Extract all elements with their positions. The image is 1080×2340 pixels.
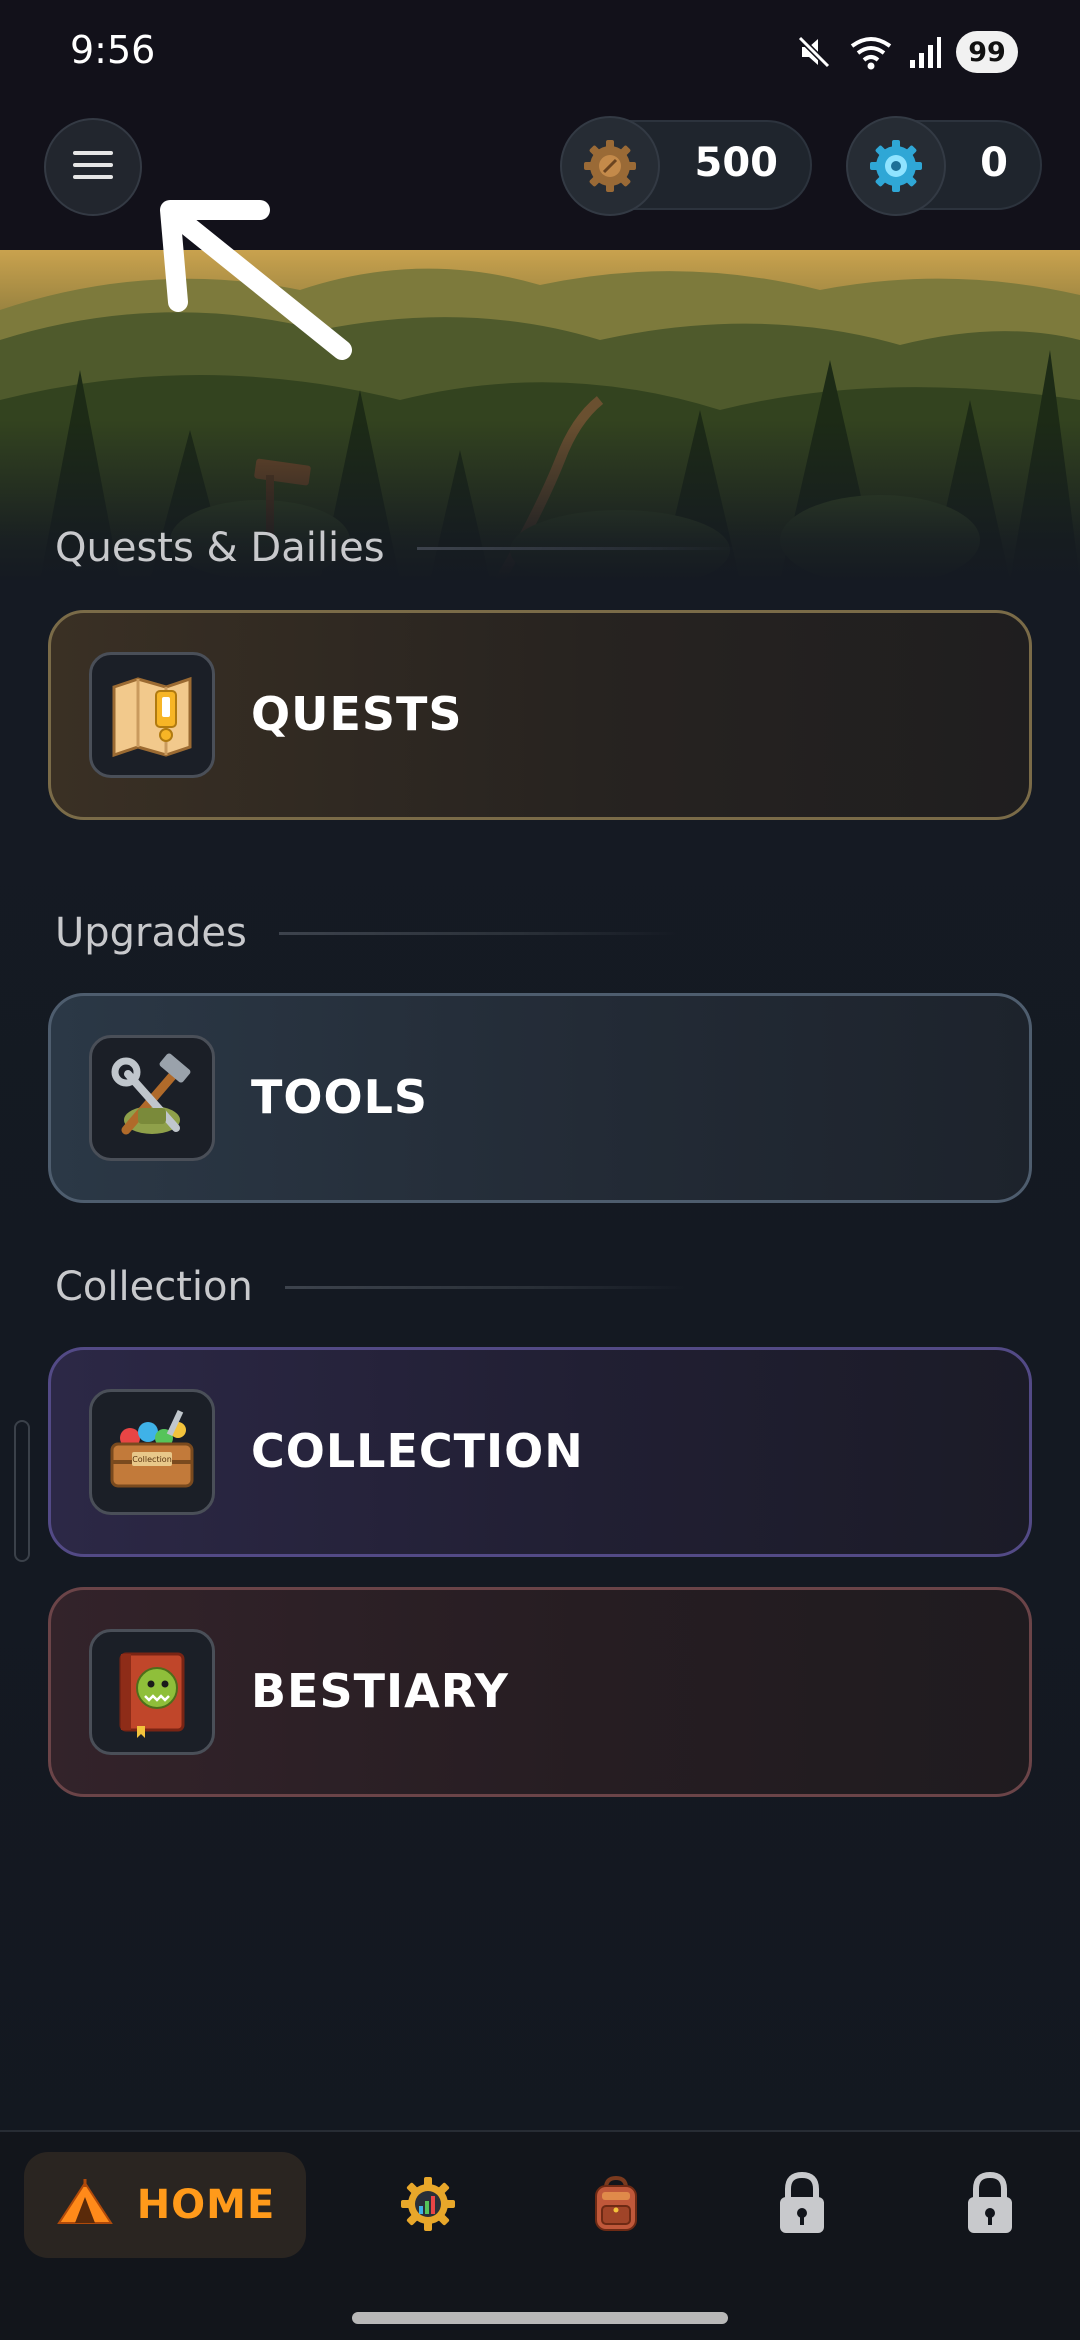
nav-home-label: HOME: [136, 2182, 276, 2228]
quest-map-icon: [89, 652, 215, 778]
wooden-gear-coin-icon: [560, 116, 660, 216]
collection-card-label: COLLECTION: [251, 1424, 584, 1478]
mute-icon: [794, 32, 834, 72]
scrollbar[interactable]: [14, 1420, 30, 1562]
backpack-icon: [586, 2174, 646, 2238]
section-title-upgrades: Upgrades: [55, 910, 247, 956]
bottom-navigation: HOME: [0, 2130, 1080, 2340]
quests-card[interactable]: QUESTS: [48, 610, 1032, 820]
tools-card-label: TOOLS: [251, 1070, 429, 1124]
tent-icon: [55, 2179, 115, 2231]
section-header-upgrades: Upgrades: [55, 903, 679, 963]
status-icons: 99: [794, 30, 1018, 74]
nav-locked-button-2[interactable]: [940, 2158, 1040, 2254]
nav-upgrades-button[interactable]: [378, 2158, 478, 2254]
signal-icon: [908, 34, 942, 70]
tutorial-arrow-icon: [160, 200, 352, 360]
menu-button[interactable]: [44, 118, 142, 216]
app-screen: 9:56 99 500 0 Quests & Dailies QUESTS Up…: [0, 0, 1080, 2340]
gold-amount: 500: [694, 140, 779, 186]
section-header-quests: Quests & Dailies: [55, 518, 737, 578]
gem-currency-counter[interactable]: 0: [846, 116, 1042, 216]
tools-card[interactable]: TOOLS: [48, 993, 1032, 1203]
treasure-chest-icon: Collection: [89, 1389, 215, 1515]
status-time: 9:56: [70, 28, 156, 72]
wifi-icon: [848, 32, 894, 72]
battery-indicator: 99: [956, 31, 1018, 73]
quests-card-label: QUESTS: [251, 687, 463, 741]
gem-amount: 0: [980, 140, 1008, 186]
section-title-quests: Quests & Dailies: [55, 525, 385, 571]
status-bar: 9:56 99: [0, 0, 1080, 106]
upgrades-gear-icon: [398, 2174, 458, 2238]
chest-label: Collection: [132, 1455, 172, 1464]
hamburger-menu-icon: [71, 148, 115, 186]
section-divider: [284, 1285, 685, 1289]
bestiary-card-label: BESTIARY: [251, 1664, 509, 1718]
section-divider: [278, 931, 679, 935]
nav-locked-button-1[interactable]: [752, 2158, 852, 2254]
collection-card[interactable]: Collection COLLECTION: [48, 1347, 1032, 1557]
nav-home-button[interactable]: HOME: [24, 2152, 306, 2258]
hammer-wrench-icon: [89, 1035, 215, 1161]
section-title-collection: Collection: [55, 1264, 253, 1310]
home-indicator-bar[interactable]: [352, 2312, 728, 2324]
monster-book-icon: [89, 1629, 215, 1755]
blue-gear-gem-icon: [846, 116, 946, 216]
bestiary-card[interactable]: BESTIARY: [48, 1587, 1032, 1797]
section-header-collection: Collection: [55, 1257, 685, 1317]
nav-backpack-button[interactable]: [566, 2158, 666, 2254]
lock-icon: [774, 2171, 830, 2241]
lock-icon: [962, 2171, 1018, 2241]
gold-currency-counter[interactable]: 500: [560, 116, 812, 216]
section-divider: [416, 546, 737, 550]
